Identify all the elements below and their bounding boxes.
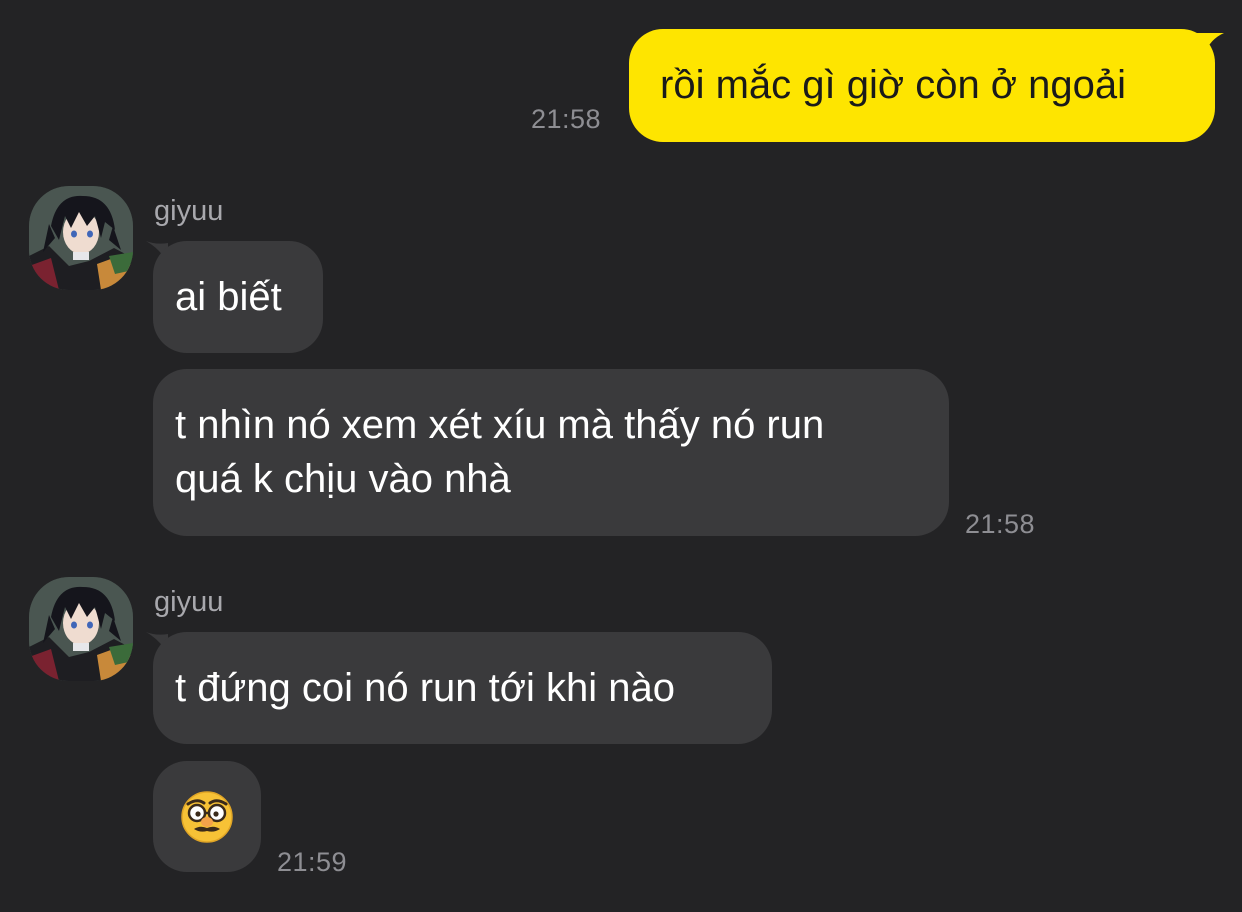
incoming-message-bubble[interactable]: ai biết	[153, 241, 323, 353]
message-text-line: t nhìn nó xem xét xíu mà thấy nó run	[175, 403, 825, 447]
message-text: rồi mắc gì giờ còn ở ngoải	[660, 63, 1127, 107]
sender-name: giyuu	[154, 195, 224, 227]
incoming-message-bubble[interactable]: t đứng coi nó run tới khi nào	[153, 632, 772, 744]
avatar[interactable]	[29, 577, 133, 681]
message-text: ai biết	[175, 275, 282, 319]
avatar[interactable]	[29, 186, 133, 290]
bubble-tail-icon	[1196, 33, 1224, 55]
disguised-face-emoji-icon	[181, 790, 233, 843]
avatar-image	[29, 186, 133, 290]
message-timestamp: 21:58	[965, 509, 1036, 539]
message-timestamp: 21:58	[531, 104, 602, 134]
incoming-emoji-bubble[interactable]	[153, 761, 261, 872]
outgoing-message-bubble[interactable]: rồi mắc gì giờ còn ở ngoải	[629, 29, 1215, 142]
message-timestamp: 21:59	[277, 847, 348, 877]
incoming-message-bubble[interactable]: t nhìn nó xem xét xíu mà thấy nó run quá…	[153, 369, 949, 536]
message-text: t đứng coi nó run tới khi nào	[175, 666, 675, 710]
avatar-image	[29, 577, 133, 681]
sender-name: giyuu	[154, 586, 224, 618]
message-text-line: quá k chịu vào nhà	[175, 457, 511, 501]
chat-view[interactable]: 21:58 rồi mắc gì giờ còn ở ngoải giyuu a…	[0, 0, 1242, 912]
